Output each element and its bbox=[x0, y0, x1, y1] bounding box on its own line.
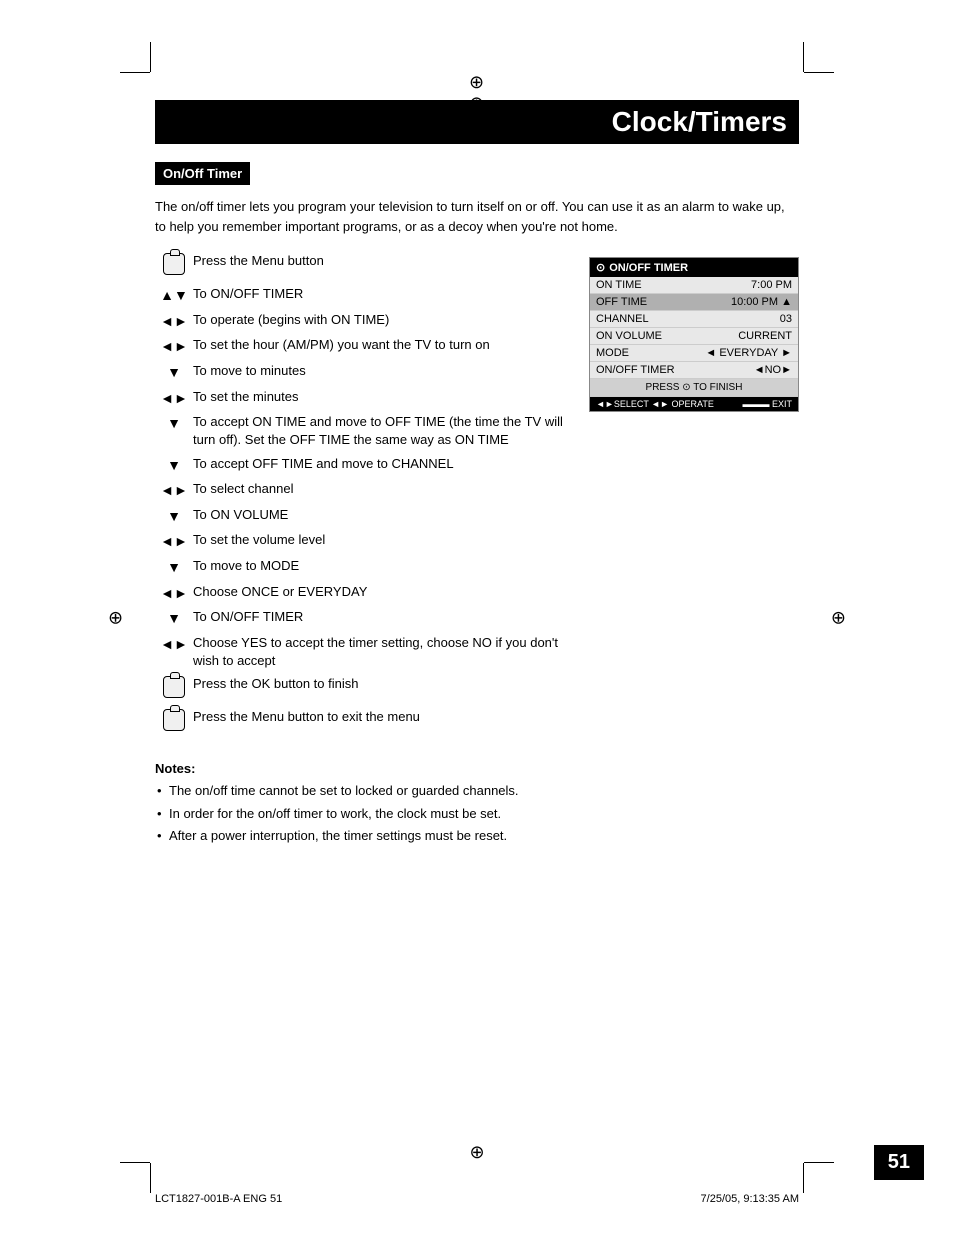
instr-text-8: To select channel bbox=[193, 480, 569, 498]
instruction-row-8: ◄► To select channel bbox=[155, 480, 569, 501]
notes-title: Notes: bbox=[155, 761, 799, 776]
instruction-row-2: ◄► To operate (begins with ON TIME) bbox=[155, 311, 569, 332]
instruction-row-5: ◄► To set the minutes bbox=[155, 388, 569, 409]
remote-icon-15 bbox=[155, 675, 193, 703]
arrow-d-icon-11: ▼ bbox=[155, 557, 193, 578]
tv-ui-title-icon: ⊙ bbox=[596, 261, 605, 274]
crop-mark-bl-h bbox=[120, 1162, 150, 1163]
tv-ui-row-3: ON VOLUME CURRENT bbox=[590, 328, 798, 345]
arrow-d-icon-7: ▼ bbox=[155, 455, 193, 476]
arrow-d-icon-4: ▼ bbox=[155, 362, 193, 383]
crop-mark-tr-v bbox=[803, 42, 804, 72]
arrow-lr-icon-2: ◄► bbox=[155, 311, 193, 332]
tv-ui-bottom-right: ▬▬▬ EXIT bbox=[742, 399, 792, 409]
instructions-area: Press the Menu button ▲▼ To ON/OFF TIMER… bbox=[155, 252, 799, 741]
instr-text-4: To move to minutes bbox=[193, 362, 569, 380]
page-number: 51 bbox=[874, 1145, 924, 1180]
tv-ui-row-1: OFF TIME 10:00 PM ▲ bbox=[590, 294, 798, 311]
tv-ui-screenshot: ⊙ ON/OFF TIMER ON TIME 7:00 PM OFF TIME … bbox=[589, 257, 799, 412]
instruction-row-0: Press the Menu button bbox=[155, 252, 569, 280]
bottom-crosshair: ⊕ bbox=[469, 1142, 484, 1163]
crop-mark-br-v bbox=[803, 1163, 804, 1193]
page-title: Clock/Timers bbox=[155, 100, 799, 144]
remote-icon-0 bbox=[155, 252, 193, 280]
tv-ui-press: PRESS ⊙ TO FINISH bbox=[590, 379, 798, 397]
page-content: Clock/Timers On/Off Timer The on/off tim… bbox=[155, 100, 799, 1135]
instr-text-1: To ON/OFF TIMER bbox=[193, 285, 569, 303]
instr-text-16: Press the Menu button to exit the menu bbox=[193, 708, 569, 726]
notes-item-2: After a power interruption, the timer se… bbox=[155, 827, 799, 845]
notes-item-0: The on/off time cannot be set to locked … bbox=[155, 782, 799, 800]
instr-text-15: Press the OK button to finish bbox=[193, 675, 569, 693]
instruction-row-1: ▲▼ To ON/OFF TIMER bbox=[155, 285, 569, 306]
arrow-d-icon-9: ▼ bbox=[155, 506, 193, 527]
instruction-row-16: Press the Menu button to exit the menu bbox=[155, 708, 569, 736]
arrow-lr-icon-3: ◄► bbox=[155, 336, 193, 357]
instruction-row-11: ▼ To move to MODE bbox=[155, 557, 569, 578]
instr-text-9: To ON VOLUME bbox=[193, 506, 569, 524]
arrow-lr-icon-14: ◄► bbox=[155, 634, 193, 655]
arrow-lr-icon-10: ◄► bbox=[155, 531, 193, 552]
instr-text-3: To set the hour (AM/PM) you want the TV … bbox=[193, 336, 569, 354]
footer: LCT1827-001B-A ENG 51 7/25/05, 9:13:35 A… bbox=[155, 1193, 799, 1205]
instruction-row-7: ▼ To accept OFF TIME and move to CHANNEL bbox=[155, 455, 569, 476]
notes-list: The on/off time cannot be set to locked … bbox=[155, 782, 799, 845]
arrow-ud-icon-1: ▲▼ bbox=[155, 285, 193, 306]
instr-text-5: To set the minutes bbox=[193, 388, 569, 406]
instruction-row-6: ▼ To accept ON TIME and move to OFF TIME… bbox=[155, 413, 569, 449]
tv-ui-row-0: ON TIME 7:00 PM bbox=[590, 277, 798, 294]
tv-ui-row-5: ON/OFF TIMER ◄NO► bbox=[590, 362, 798, 379]
arrow-d-icon-6: ▼ bbox=[155, 413, 193, 434]
footer-left: LCT1827-001B-A ENG 51 bbox=[155, 1193, 282, 1205]
crop-mark-tr-h bbox=[804, 72, 834, 73]
instruction-row-10: ◄► To set the volume level bbox=[155, 531, 569, 552]
top-crosshair: ⊕ bbox=[469, 72, 485, 88]
tv-ui-row-2: CHANNEL 03 bbox=[590, 311, 798, 328]
crop-mark-bl-v bbox=[150, 1163, 151, 1193]
footer-right: 7/25/05, 9:13:35 AM bbox=[701, 1193, 799, 1205]
crop-mark-tl-h bbox=[120, 72, 150, 73]
instruction-row-14: ◄► Choose YES to accept the timer settin… bbox=[155, 634, 569, 670]
right-crosshair: ⊕ bbox=[831, 607, 846, 628]
left-crosshair: ⊕ bbox=[108, 607, 123, 628]
instruction-row-12: ◄► Choose ONCE or EVERYDAY bbox=[155, 583, 569, 604]
instruction-row-15: Press the OK button to finish bbox=[155, 675, 569, 703]
instr-text-14: Choose YES to accept the timer setting, … bbox=[193, 634, 569, 670]
arrow-lr-icon-12: ◄► bbox=[155, 583, 193, 604]
intro-paragraph: The on/off timer lets you program your t… bbox=[155, 197, 799, 236]
instr-text-13: To ON/OFF TIMER bbox=[193, 608, 569, 626]
instruction-row-9: ▼ To ON VOLUME bbox=[155, 506, 569, 527]
arrow-lr-icon-5: ◄► bbox=[155, 388, 193, 409]
notes-item-1: In order for the on/off timer to work, t… bbox=[155, 805, 799, 823]
remote-icon-16 bbox=[155, 708, 193, 736]
instruction-row-13: ▼ To ON/OFF TIMER bbox=[155, 608, 569, 629]
instr-text-10: To set the volume level bbox=[193, 531, 569, 549]
instr-text-6: To accept ON TIME and move to OFF TIME (… bbox=[193, 413, 569, 449]
tv-ui-bottom: ◄►SELECT ◄► OPERATE ▬▬▬ EXIT bbox=[590, 397, 798, 411]
instr-text-0: Press the Menu button bbox=[193, 252, 569, 270]
tv-ui-title-text: ON/OFF TIMER bbox=[609, 262, 688, 274]
tv-ui-title: ⊙ ON/OFF TIMER bbox=[590, 258, 798, 277]
arrow-lr-icon-8: ◄► bbox=[155, 480, 193, 501]
notes-section: Notes: The on/off time cannot be set to … bbox=[155, 761, 799, 845]
crop-mark-tl-v bbox=[150, 42, 151, 72]
instr-text-7: To accept OFF TIME and move to CHANNEL bbox=[193, 455, 569, 473]
instr-text-11: To move to MODE bbox=[193, 557, 569, 575]
section-heading: On/Off Timer bbox=[155, 162, 250, 185]
instruction-row-3: ◄► To set the hour (AM/PM) you want the … bbox=[155, 336, 569, 357]
tv-ui-row-4: MODE ◄ EVERYDAY ► bbox=[590, 345, 798, 362]
arrow-d-icon-13: ▼ bbox=[155, 608, 193, 629]
crop-mark-br-h bbox=[804, 1162, 834, 1163]
instruction-row-4: ▼ To move to minutes bbox=[155, 362, 569, 383]
instr-text-2: To operate (begins with ON TIME) bbox=[193, 311, 569, 329]
tv-ui-bottom-left: ◄►SELECT ◄► OPERATE bbox=[596, 399, 714, 409]
instr-text-12: Choose ONCE or EVERYDAY bbox=[193, 583, 569, 601]
instructions-list: Press the Menu button ▲▼ To ON/OFF TIMER… bbox=[155, 252, 569, 741]
